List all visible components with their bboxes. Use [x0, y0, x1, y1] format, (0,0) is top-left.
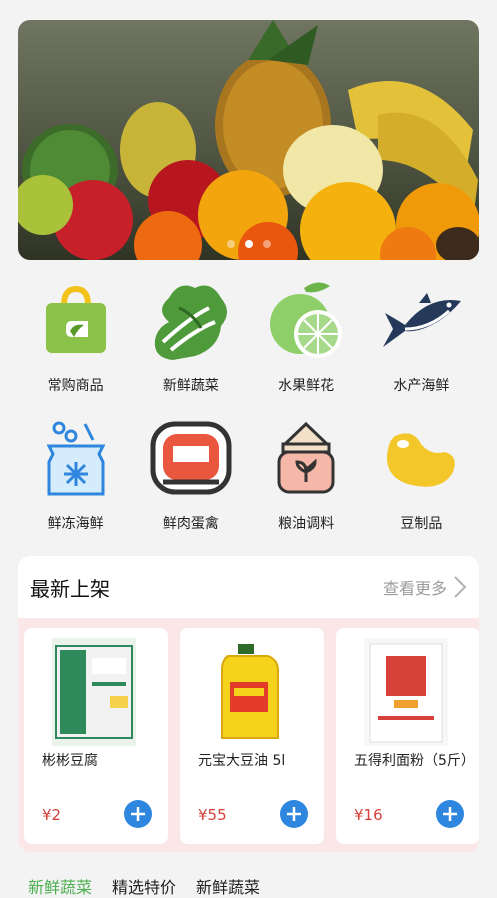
bottom-tab-strip: 新鲜蔬菜 精选特价 新鲜蔬菜	[28, 874, 260, 898]
plus-icon	[287, 807, 301, 821]
soybean-oil-product-image	[208, 638, 292, 746]
category-label: 鲜肉蛋禽	[162, 516, 219, 532]
category-grid: 常购商品 新鲜蔬菜 水果鲜花 水产海鲜 鲜冻海鲜 鲜肉蛋禽 粮油调料 豆制品	[18, 275, 479, 541]
tab-item[interactable]: 精选特价	[112, 874, 176, 898]
tab-item[interactable]: 新鲜蔬菜	[28, 874, 92, 898]
meat-icon	[150, 421, 232, 495]
product-list: 彬彬豆腐 ¥2 元宝大豆油 5l ¥55 五得利面粉（5斤） ¥16	[18, 618, 479, 852]
product-price: ¥2	[42, 806, 62, 824]
product-name: 彬彬豆腐	[42, 753, 98, 769]
bean-icon	[387, 433, 456, 487]
category-seafood[interactable]: 水产海鲜	[364, 275, 479, 403]
chevron-right-icon	[454, 576, 467, 598]
promo-banner[interactable]	[18, 20, 479, 260]
tab-item[interactable]: 新鲜蔬菜	[196, 874, 260, 898]
product-card[interactable]: 元宝大豆油 5l ¥55	[180, 628, 324, 844]
category-label: 豆制品	[400, 516, 443, 532]
lime-icon	[270, 282, 343, 358]
category-bean[interactable]: 豆制品	[364, 413, 479, 541]
section-header: 最新上架 查看更多	[18, 556, 479, 618]
category-grain[interactable]: 粮油调料	[249, 413, 364, 541]
product-name: 五得利面粉（5斤）	[354, 753, 475, 769]
plus-icon	[443, 807, 457, 821]
view-more-link[interactable]: 查看更多	[383, 575, 467, 599]
category-vegetables[interactable]: 新鲜蔬菜	[133, 275, 248, 403]
category-label: 水果鲜花	[278, 378, 335, 394]
shopping-bag-icon	[45, 285, 106, 353]
new-arrivals-section: 最新上架 查看更多 彬彬豆腐 ¥2 元宝大豆油 5l ¥55 五得利面粉（5斤）…	[18, 556, 479, 852]
category-label: 粮油调料	[278, 516, 335, 532]
category-frozen[interactable]: 鲜冻海鲜	[18, 413, 133, 541]
add-to-cart-button[interactable]	[124, 800, 152, 828]
banner-dot[interactable]	[262, 240, 271, 248]
category-fruits[interactable]: 水果鲜花	[249, 275, 364, 403]
frozen-bag-icon	[46, 421, 106, 496]
category-label: 常购商品	[47, 378, 104, 394]
category-label: 水产海鲜	[393, 378, 450, 394]
product-card[interactable]: 五得利面粉（5斤） ¥16	[336, 628, 479, 844]
category-label: 鲜冻海鲜	[47, 516, 104, 532]
category-meat[interactable]: 鲜肉蛋禽	[133, 413, 248, 541]
fish-icon	[383, 293, 462, 347]
product-card[interactable]: 彬彬豆腐 ¥2	[24, 628, 168, 844]
add-to-cart-button[interactable]	[280, 800, 308, 828]
banner-dot[interactable]	[226, 240, 235, 248]
grain-sack-icon	[277, 421, 335, 494]
view-more-label: 查看更多	[382, 579, 447, 598]
product-price: ¥16	[354, 806, 383, 824]
category-frequent[interactable]: 常购商品	[18, 275, 133, 403]
tofu-product-image	[52, 638, 136, 746]
plus-icon	[131, 807, 145, 821]
category-label: 新鲜蔬菜	[162, 378, 219, 394]
vegetable-icon	[154, 285, 227, 360]
product-name: 元宝大豆油 5l	[198, 753, 286, 769]
product-price: ¥55	[198, 806, 227, 824]
section-title: 最新上架	[30, 576, 110, 601]
banner-dot-active[interactable]	[244, 240, 253, 248]
flour-product-image	[364, 638, 448, 746]
add-to-cart-button[interactable]	[436, 800, 464, 828]
fruit-banner-image	[18, 20, 479, 260]
banner-pagination[interactable]	[18, 240, 479, 248]
